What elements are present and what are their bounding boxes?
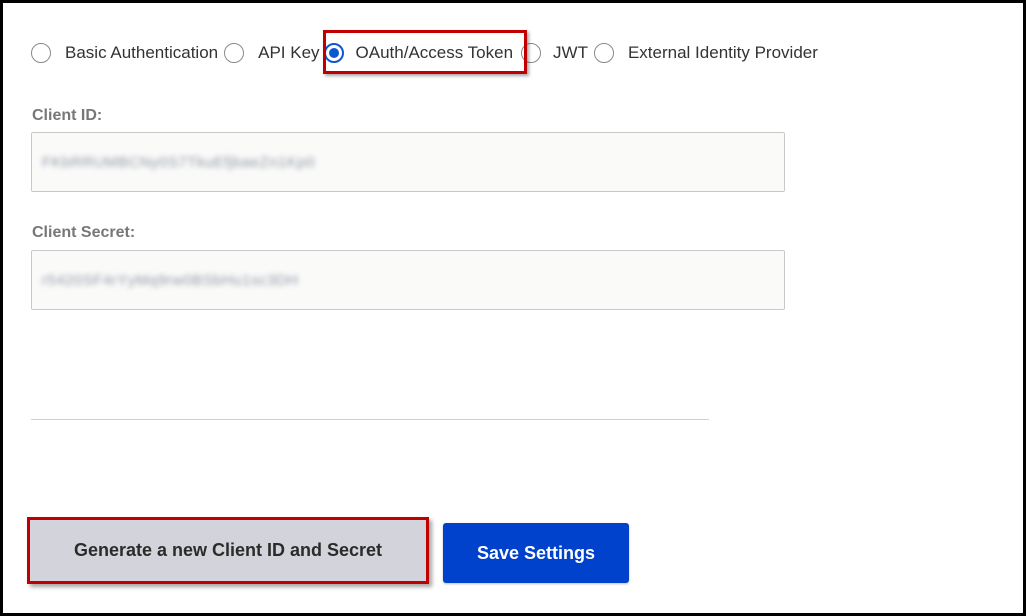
radio-checked-icon[interactable] [323, 43, 344, 63]
client-secret-value: r5420SF4rYyMq9rw0BSbHu1sc3DH [42, 271, 299, 289]
generate-client-credentials-button[interactable]: Generate a new Client ID and Secret [27, 517, 429, 584]
radio-label: JWT [553, 43, 588, 62]
radio-label: OAuth/Access Token [355, 43, 514, 62]
radio-unchecked-icon[interactable] [31, 43, 51, 63]
auth-method-radio-group: Basic Authentication API Key OAuth/Acces… [31, 40, 824, 66]
radio-jwt[interactable]: JWT [521, 43, 594, 63]
radio-external-identity-provider[interactable]: External Identity Provider [593, 43, 824, 63]
radio-label: Basic Authentication [65, 43, 219, 62]
radio-label: API Key [258, 43, 320, 62]
client-id-field[interactable]: FKbRRUMBCNy0S7TkuEfjbaeZn1Kp0 [31, 132, 785, 192]
client-secret-label: Client Secret: [32, 224, 136, 241]
radio-api-key[interactable]: API Key [224, 43, 323, 63]
client-id-value: FKbRRUMBCNy0S7TkuEfjbaeZn1Kp0 [42, 153, 315, 171]
radio-unchecked-icon[interactable] [521, 43, 542, 63]
save-settings-button[interactable]: Save Settings [443, 523, 629, 583]
radio-basic-authentication[interactable]: Basic Authentication [31, 43, 224, 63]
client-id-label: Client ID: [32, 107, 103, 124]
settings-panel: Basic Authentication API Key OAuth/Acces… [0, 0, 1026, 616]
section-divider [31, 419, 709, 420]
radio-unchecked-icon[interactable] [224, 43, 245, 63]
radio-oauth-access-token[interactable]: OAuth/Access Token [323, 43, 522, 63]
client-secret-field[interactable]: r5420SF4rYyMq9rw0BSbHu1sc3DH [31, 250, 785, 310]
radio-label: External Identity Provider [627, 43, 818, 62]
radio-unchecked-icon[interactable] [593, 43, 614, 63]
